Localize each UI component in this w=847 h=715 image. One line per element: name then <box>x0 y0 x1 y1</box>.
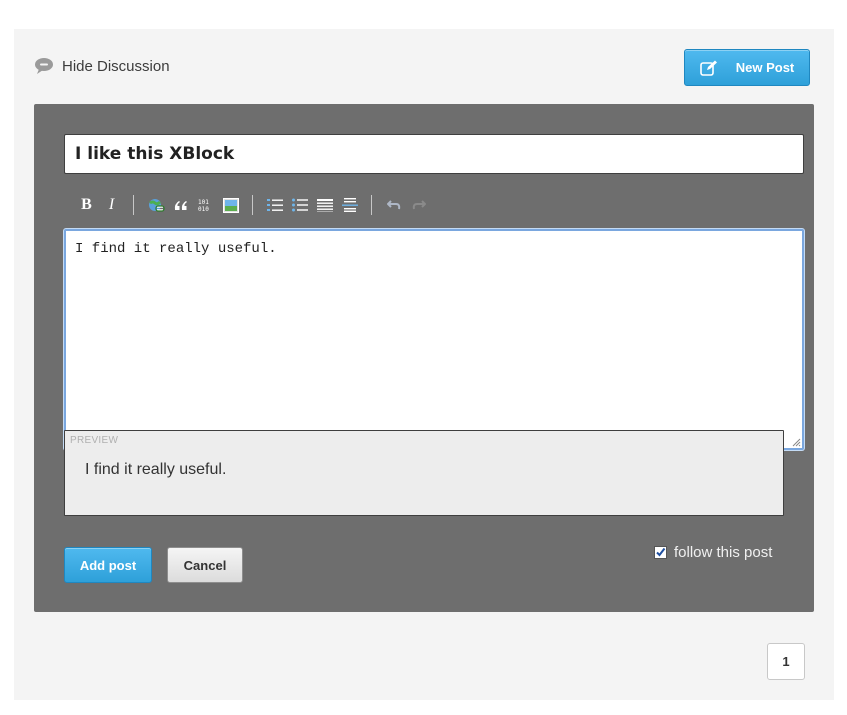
preview-label: PREVIEW <box>70 435 119 446</box>
post-body-value: I find it really useful. <box>75 241 277 257</box>
post-preview: PREVIEW I find it really useful. <box>64 430 784 516</box>
undo-icon[interactable] <box>381 192 406 218</box>
toolbar-divider <box>133 195 134 215</box>
post-body-textarea[interactable]: I find it really useful. <box>64 229 804 450</box>
speech-bubble-icon <box>34 57 54 75</box>
post-title-input[interactable]: I like this XBlock <box>64 134 804 174</box>
page-number: 1 <box>782 654 790 669</box>
discussion-container: Hide Discussion New Post I like this XBl… <box>14 29 834 700</box>
editor-toolbar: B I 101 010 <box>74 192 431 218</box>
heading-icon[interactable] <box>312 192 337 218</box>
pagination-page-button[interactable]: 1 <box>767 643 805 680</box>
toolbar-divider <box>371 195 372 215</box>
follow-checkbox[interactable] <box>654 546 667 559</box>
follow-post-option[interactable]: follow this post <box>654 544 772 561</box>
code-icon[interactable]: 101 010 <box>193 192 218 218</box>
new-post-form: I like this XBlock B I 101 010 I find it… <box>34 104 814 612</box>
cancel-label: Cancel <box>183 557 227 573</box>
add-post-label: Add post <box>79 557 137 573</box>
post-title-value: I like this XBlock <box>75 144 235 164</box>
hide-discussion-link[interactable]: Hide Discussion <box>34 57 170 75</box>
resize-handle-icon[interactable] <box>792 438 801 447</box>
preview-content: I find it really useful. <box>85 461 227 478</box>
redo-icon[interactable] <box>406 192 431 218</box>
edit-icon <box>699 60 718 76</box>
link-icon[interactable] <box>143 192 168 218</box>
new-post-label: New Post <box>735 60 795 75</box>
hide-discussion-label: Hide Discussion <box>62 57 170 75</box>
new-post-button[interactable]: New Post <box>684 49 810 86</box>
italic-icon[interactable]: I <box>99 192 124 218</box>
horizontal-rule-icon[interactable] <box>337 192 362 218</box>
bulleted-list-icon[interactable] <box>287 192 312 218</box>
blockquote-icon[interactable] <box>168 192 193 218</box>
image-icon[interactable] <box>218 192 243 218</box>
bold-icon[interactable]: B <box>74 192 99 218</box>
checkmark-icon <box>656 547 666 557</box>
toolbar-divider <box>252 195 253 215</box>
add-post-button[interactable]: Add post <box>64 547 152 583</box>
svg-text:010: 010 <box>198 206 209 212</box>
follow-label: follow this post <box>674 544 773 561</box>
numbered-list-icon[interactable] <box>262 192 287 218</box>
cancel-button[interactable]: Cancel <box>167 547 243 583</box>
svg-text:101: 101 <box>198 199 209 206</box>
